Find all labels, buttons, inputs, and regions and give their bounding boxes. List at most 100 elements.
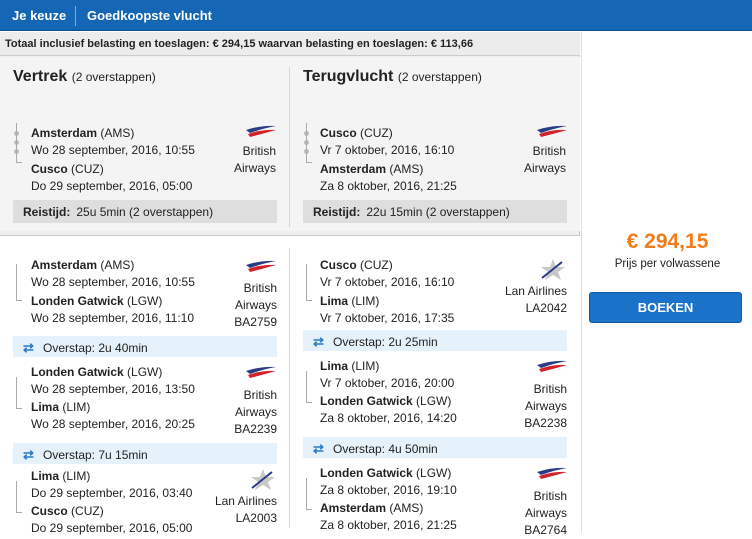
leg-from: Londen Gatwick (LGW) — [320, 466, 451, 480]
route-line — [306, 371, 312, 403]
inbound-from: Cusco (CUZ) — [320, 126, 393, 140]
leg-from: Lima (LIM) — [320, 359, 379, 373]
transfer-info: ⇄ Overstap: 7u 15min — [13, 443, 277, 464]
text-field: Amsterdam — [320, 501, 387, 515]
book-button[interactable]: BOEKEN — [589, 292, 742, 323]
airline-name-line: British — [532, 144, 566, 158]
route-line — [16, 264, 22, 301]
inbound-travel-time: Reistijd: 22u 15min (2 overstappen) — [303, 200, 567, 223]
price-label: Prijs per volwassene — [614, 258, 721, 270]
airport-code: (AMS) — [389, 162, 424, 176]
inbound-arrival-time: Za 8 oktober, 2016, 21:25 — [320, 179, 457, 193]
leg-departure-time: Za 8 oktober, 2016, 19:10 — [320, 483, 457, 497]
leg-airline: British Airways BA2238 — [494, 381, 567, 432]
leg-from: Londen Gatwick (LGW) — [31, 365, 162, 379]
outbound-airline: British Airways — [214, 143, 276, 177]
column-divider — [289, 67, 290, 227]
inbound-title: Terugvlucht — [303, 68, 394, 85]
airport-code: (CUZ) — [71, 162, 104, 176]
flight-details-panel: Totaal inclusief belasting en toeslagen:… — [0, 32, 580, 537]
text-field: (LGW) — [416, 466, 452, 480]
text-field: (LIM) — [62, 469, 91, 483]
text-field: (LIM) — [62, 400, 91, 414]
leg-to: Cusco (CUZ) — [31, 504, 104, 518]
transfer-info: ⇄ Overstap: 2u 25min — [303, 330, 567, 351]
leg-arrival-time: Za 8 oktober, 2016, 14:20 — [320, 411, 457, 425]
trip-summary: Vertrek (2 overstappen) Amsterdam (AMS) … — [0, 57, 580, 231]
text-field: Londen Gatwick — [320, 394, 413, 408]
city-name: Cusco — [320, 126, 357, 140]
transfer-arrows-icon: ⇄ — [313, 441, 324, 456]
text-field: Lan Airlines — [504, 284, 567, 298]
outbound-from: Amsterdam (AMS) — [31, 126, 134, 140]
airport-code: (AMS) — [100, 126, 135, 140]
leg-departure-time: Vr 7 oktober, 2016, 16:10 — [320, 275, 455, 289]
leg-arrival-time: Wo 28 september, 2016, 20:25 — [31, 417, 195, 431]
text-field: (LIM) — [351, 359, 380, 373]
text-field: Londen Gatwick — [31, 365, 124, 379]
top-bar: Je keuze Goedkoopste vlucht — [0, 0, 752, 31]
airline-name-line: British — [242, 144, 276, 158]
flight-number: BA2239 — [234, 422, 277, 436]
route-line — [306, 123, 312, 163]
transfer-arrows-icon: ⇄ — [23, 447, 34, 462]
leg-departure-time: Wo 28 september, 2016, 13:50 — [31, 382, 195, 396]
price-value: € 294,15 — [626, 230, 709, 253]
text-field: Lima — [31, 400, 60, 414]
text-field: Airways — [524, 506, 567, 520]
outbound-heading: Vertrek (2 overstappen) — [13, 68, 156, 86]
reistijd-label: Reistijd: — [313, 205, 361, 219]
text-field: Lima — [31, 469, 60, 483]
text-field: British — [243, 388, 277, 402]
outbound-departure-time: Wo 28 september, 2016, 10:55 — [31, 143, 195, 157]
reistijd-value: 22u 15min (2 overstappen) — [366, 205, 510, 219]
leg-airline: British Airways BA2239 — [204, 387, 277, 438]
price-panel: € 294,15 Prijs per volwassene BOEKEN — [581, 32, 752, 533]
text-field: (CUZ) — [360, 258, 393, 272]
text-field: (LGW) — [127, 365, 163, 379]
text-field: (LGW) — [127, 294, 163, 308]
outbound-title: Vertrek — [13, 68, 68, 85]
leg-from: Cusco (CUZ) — [320, 258, 393, 272]
text-field: Cusco — [31, 504, 68, 518]
transfer-info: ⇄ Overstap: 4u 50min — [303, 437, 567, 458]
text-field: (AMS) — [100, 258, 135, 272]
tab-je-keuze[interactable]: Je keuze — [12, 8, 66, 23]
text-field: Overstap: 2u 25min — [333, 335, 438, 349]
text-field: (LIM) — [351, 294, 380, 308]
total-price-line: Totaal inclusief belasting en toeslagen:… — [0, 32, 580, 56]
leg-arrival-time: Vr 7 oktober, 2016, 17:35 — [320, 311, 455, 325]
inbound-stops: (2 overstappen) — [397, 70, 482, 84]
text-field: Overstap: 4u 50min — [333, 442, 438, 456]
outbound-arrival-time: Do 29 september, 2016, 05:00 — [31, 179, 193, 193]
airline-name-line: Airways — [233, 161, 276, 175]
leg-airline: British Airways BA2759 — [204, 280, 277, 331]
city-name: Cusco — [31, 162, 68, 176]
leg-departure-time: Do 29 september, 2016, 03:40 — [31, 486, 193, 500]
transfer-arrows-icon: ⇄ — [23, 340, 34, 355]
flight-number: BA2238 — [524, 416, 567, 430]
header-divider — [75, 6, 76, 26]
leg-departure-time: Vr 7 oktober, 2016, 20:00 — [320, 376, 455, 390]
leg-to: Amsterdam (AMS) — [320, 501, 423, 515]
text-field: Lima — [320, 359, 349, 373]
city-name: Amsterdam — [320, 162, 387, 176]
text-field: Amsterdam — [31, 258, 98, 272]
inbound-departure-time: Vr 7 oktober, 2016, 16:10 — [320, 143, 455, 157]
flight-number: LA2003 — [235, 511, 277, 525]
text-field: Airways — [524, 399, 567, 413]
route-line — [16, 481, 22, 513]
inbound-airline: British Airways — [504, 143, 566, 177]
route-line — [306, 264, 312, 301]
text-field: Airways — [234, 405, 277, 419]
reistijd-label: Reistijd: — [23, 205, 71, 219]
leg-airline: British Airways BA2764 — [494, 488, 567, 539]
text-field: Londen Gatwick — [320, 466, 413, 480]
leg-arrival-time: Wo 28 september, 2016, 11:10 — [31, 311, 195, 325]
inbound-to: Amsterdam (AMS) — [320, 162, 423, 176]
leg-from: Lima (LIM) — [31, 469, 90, 483]
leg-to: Londen Gatwick (LGW) — [31, 294, 162, 308]
text-field: Overstap: 2u 40min — [43, 341, 148, 355]
flight-number: LA2042 — [525, 301, 567, 315]
tab-goedkoopste-vlucht[interactable]: Goedkoopste vlucht — [87, 8, 212, 23]
